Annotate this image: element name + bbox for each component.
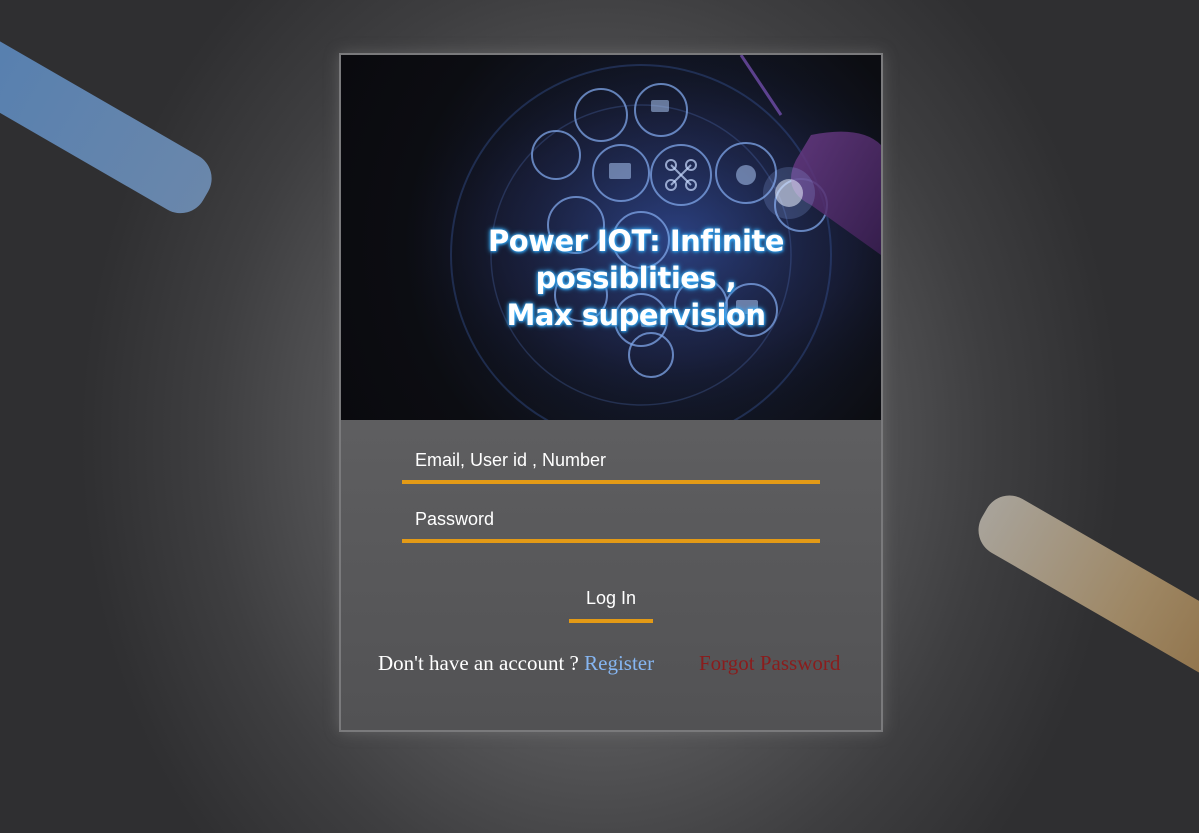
password-input[interactable] [402, 499, 820, 539]
identifier-field [402, 440, 820, 484]
no-account-text: Don't have an account ? [378, 651, 585, 675]
hero-title: Power IOT: Infinite possiblities , Max s… [401, 223, 871, 334]
hero-banner: Power IOT: Infinite possiblities , Max s… [341, 55, 881, 420]
decorative-stripe-tan [969, 486, 1199, 685]
hero-title-line-2: Max supervision [506, 298, 766, 332]
account-links: Don't have an account ? Register Forgot … [378, 651, 858, 676]
register-link[interactable]: Register [584, 651, 654, 675]
hero-title-line-1: Power IOT: Infinite possiblities , [488, 224, 784, 295]
identifier-input[interactable] [402, 440, 820, 480]
login-button[interactable]: Log In [569, 577, 653, 623]
forgot-password-link[interactable]: Forgot Password [699, 651, 840, 676]
decorative-stripe-blue [0, 24, 222, 223]
login-card: Power IOT: Infinite possiblities , Max s… [339, 53, 883, 732]
password-field [402, 499, 820, 543]
